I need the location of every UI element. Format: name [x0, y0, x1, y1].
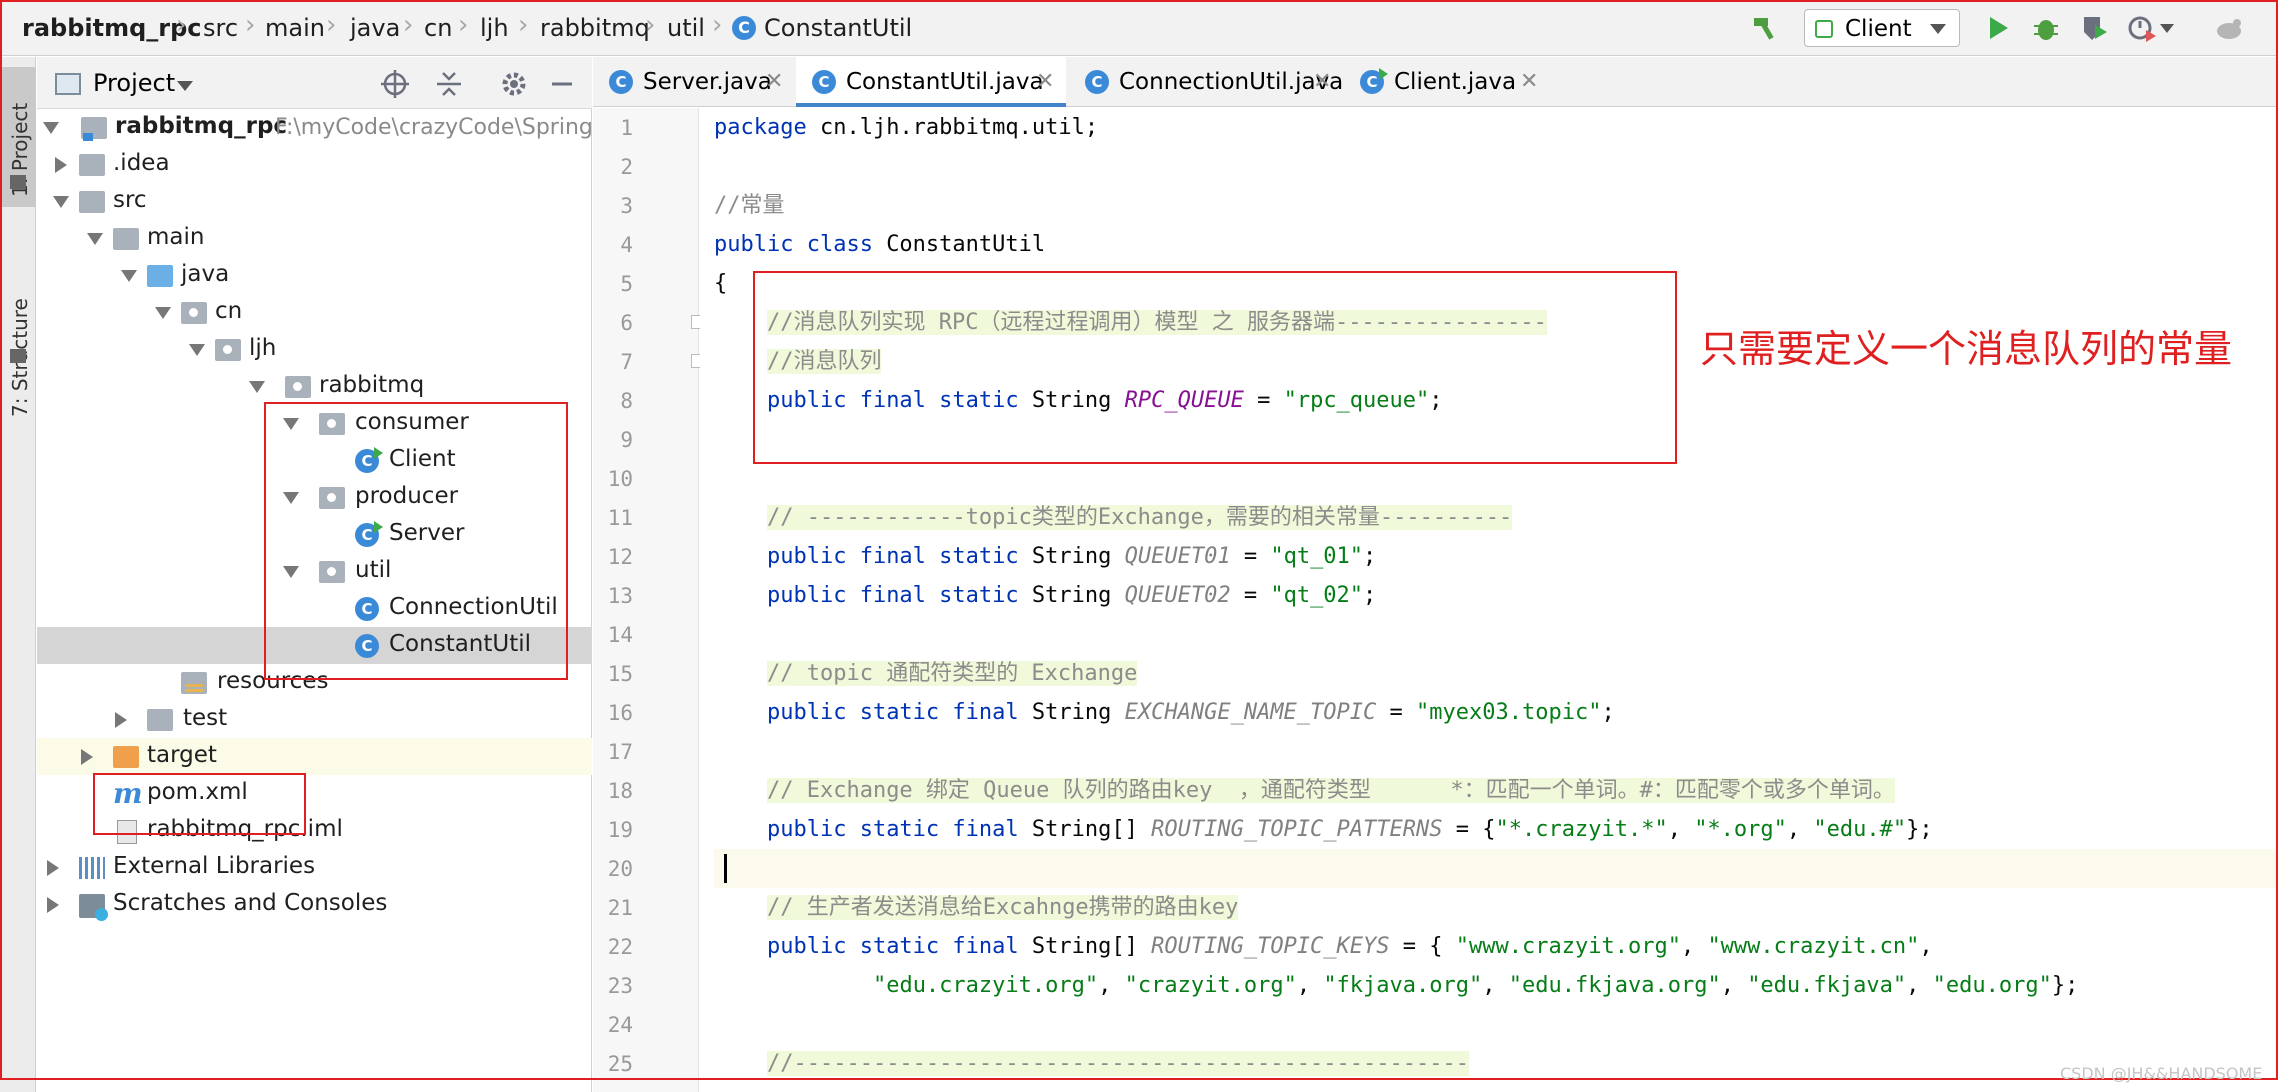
annotation-note: 只需要定义一个消息队列的常量 — [1700, 327, 2233, 371]
pom-highlight-box — [93, 773, 306, 835]
packages-highlight-box — [264, 402, 568, 680]
watermark: CSDN @JH&&HANDSOME — [2060, 1064, 2263, 1083]
rpc-queue-highlight-box — [753, 271, 1677, 464]
